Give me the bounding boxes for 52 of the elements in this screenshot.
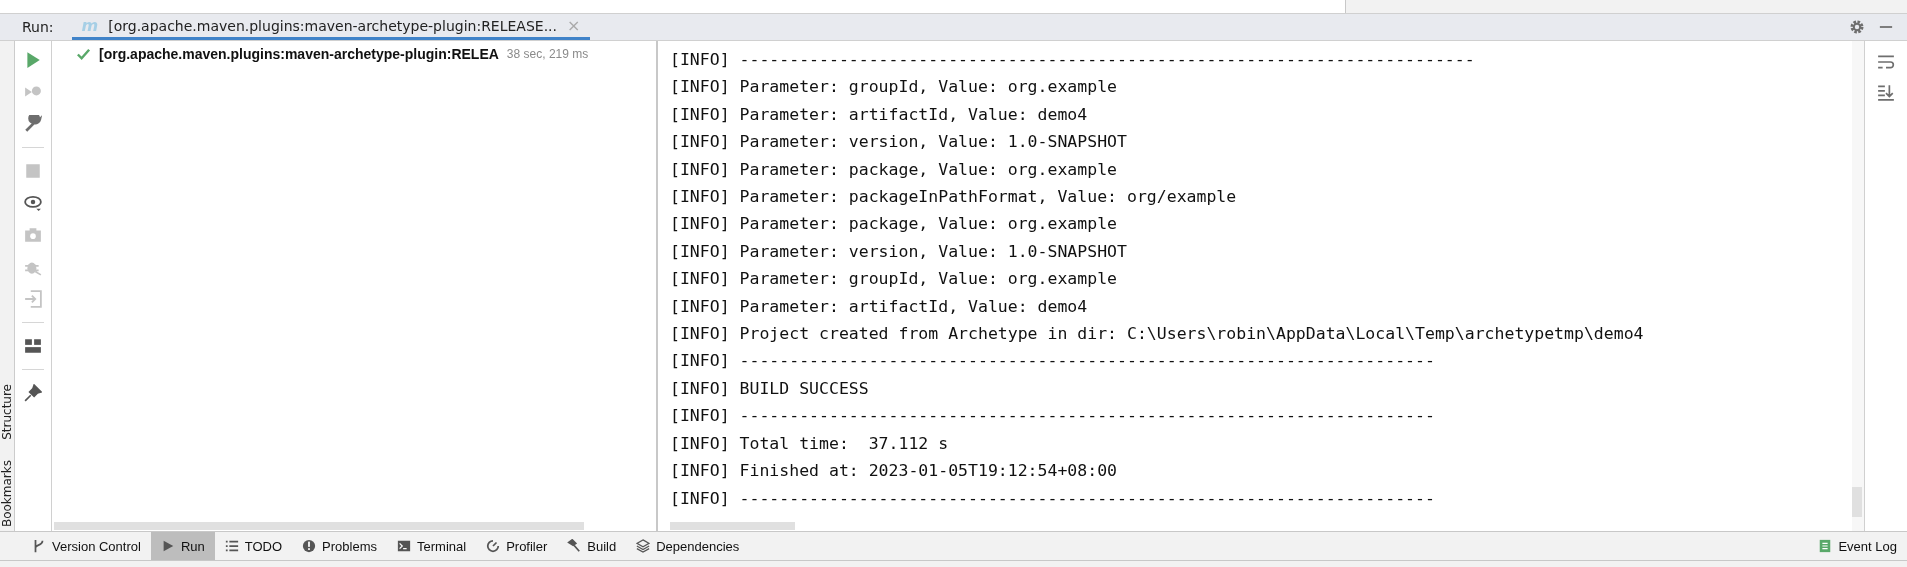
side-tab[interactable]: Bookmarks — [0, 459, 14, 527]
console-line: [INFO] Parameter: package, Value: org.example — [670, 158, 1119, 181]
run-label: Run: — [22, 19, 54, 35]
settings-icon[interactable] — [1849, 19, 1865, 35]
list-icon — [224, 539, 239, 553]
console-line: [INFO] -------------------------------------------------------------------------- — [670, 49, 1476, 71]
branch-icon — [32, 539, 46, 553]
console-line: [INFO] BUILD SUCCESS — [670, 377, 870, 400]
log-icon — [1818, 539, 1833, 553]
scroll-to-end-icon[interactable] — [1877, 83, 1895, 101]
tool-window-tab[interactable]: Build — [557, 532, 627, 560]
soft-wrap-icon[interactable] — [1877, 53, 1895, 71]
gauge-icon — [486, 539, 501, 553]
tool-window-tab[interactable]: Dependencies — [626, 532, 750, 560]
console-line: [INFO] Parameter: groupId, Value: org.example — [670, 76, 1119, 99]
stop-icon[interactable] — [24, 162, 42, 180]
tool-window-tab[interactable]: Version Control — [22, 532, 151, 560]
hammer-icon — [567, 539, 582, 553]
exclamation-icon — [302, 539, 317, 553]
console-line: [INFO] Parameter: package, Value: org.example — [670, 213, 1119, 236]
tool-window-tab[interactable]: Problems — [292, 532, 387, 560]
tool-window-tab[interactable]: Run — [150, 532, 215, 560]
console-line: [INFO] Parameter: packageInPathFormat, Value: org/example — [670, 186, 1238, 209]
console-line: [INFO] ---------------------------------------------------------------------- — [670, 487, 1436, 510]
tool-window-tab[interactable]: Terminal — [387, 532, 477, 560]
maven-label: m — [81, 16, 99, 35]
layout-icon[interactable] — [24, 337, 42, 355]
console-line: [INFO] Total time: 37.112 s — [670, 432, 950, 455]
tree-item[interactable]: [org.apache.maven.plugins:maven-archetype-plugin:RELEA — [99, 46, 499, 62]
tool-window-tab[interactable]: TODO — [214, 532, 293, 560]
run-tab[interactable]: m [org.apache.maven.plugins:maven-archetype-plugin:RELEASE... × — [71, 14, 591, 40]
pin-icon[interactable] — [24, 384, 42, 402]
tool-window-tab[interactable]: Event Log — [1808, 532, 1907, 560]
eye-icon[interactable] — [24, 194, 42, 212]
import-icon[interactable] — [24, 290, 42, 308]
run-icon[interactable] — [24, 51, 42, 69]
console-line: [INFO] Parameter: version, Value: 1.0-SNAPSHOT — [670, 131, 1128, 154]
camera-icon[interactable] — [24, 226, 42, 244]
console-line: [INFO] Parameter: groupId, Value: org.example — [670, 268, 1119, 291]
duration-label: 38 sec, 219 ms — [506, 47, 589, 61]
layers-icon — [636, 539, 651, 553]
wrench-icon[interactable] — [24, 115, 42, 133]
console-line: [INFO] Parameter: artifactId, Value: demo4 — [670, 295, 1089, 318]
tool-window-tab[interactable]: Profiler — [476, 532, 558, 560]
console-line: [INFO] Parameter: version, Value: 1.0-SNAPSHOT — [670, 240, 1128, 263]
console-line: [INFO] ---------------------------------------------------------------------- — [670, 350, 1436, 373]
console-line: [INFO] Project created from Archetype in dir: C:\Users\robin\AppData\Local\Temp\archetypetmp\demo4 — [670, 323, 1645, 346]
side-tab[interactable]: Structure — [0, 384, 14, 440]
console-line: [INFO] ---------------------------------------------------------------------- — [670, 405, 1436, 428]
console-line: [INFO] Finished at: 2023-01-05T19:12:54+08:00 — [670, 460, 1119, 483]
console-line: [INFO] Parameter: artifactId, Value: demo4 — [670, 103, 1089, 126]
terminal-icon — [397, 539, 411, 553]
